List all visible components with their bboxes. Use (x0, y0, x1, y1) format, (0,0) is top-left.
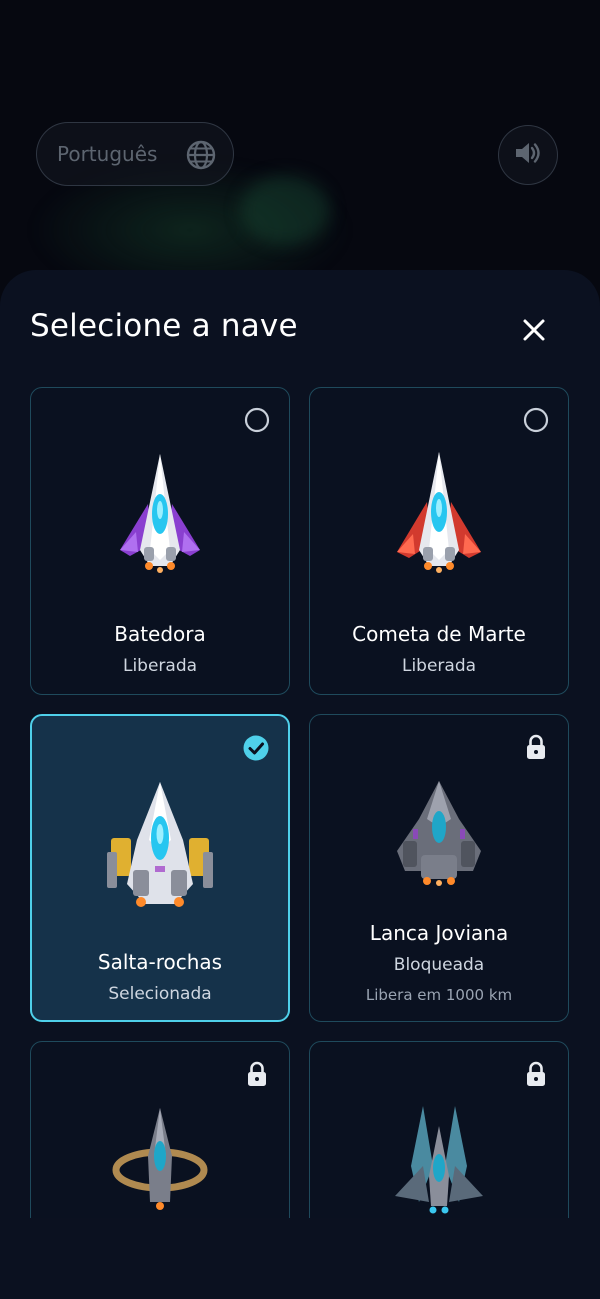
ship-name: Batedora (114, 622, 206, 646)
globe-icon (185, 139, 217, 171)
spaceship-icon (110, 1106, 210, 1218)
ship-name: Lanca Joviana (369, 921, 509, 945)
spaceship-icon (379, 452, 499, 586)
radio-unselected-icon[interactable] (522, 406, 550, 434)
spaceship-icon (100, 452, 220, 586)
ship-card-salta-rochas[interactable]: Salta-rochas Selecionada (30, 714, 290, 1022)
ship-status: Bloqueada (393, 955, 485, 975)
ship-name: Salta-rochas (97, 950, 223, 974)
ship-card-cometa-de-marte[interactable]: Cometa de Marte Liberada (309, 387, 569, 695)
ship-status: Liberada (401, 656, 477, 676)
ship-select-sheet: Selecione a nave Batedora Liberada Comet… (0, 270, 600, 1299)
spaceship-icon (389, 1106, 489, 1218)
ship-card-batedora[interactable]: Batedora Liberada (30, 387, 290, 695)
ship-status: Liberada (122, 656, 198, 676)
spaceship-icon (105, 780, 215, 918)
bottom-safe-area (0, 1218, 600, 1299)
check-circle-icon[interactable] (242, 734, 270, 762)
close-icon (523, 319, 545, 341)
spaceship-icon (389, 779, 489, 895)
lock-icon (522, 1060, 550, 1088)
lock-icon (243, 1060, 271, 1088)
sheet-title: Selecione a nave (30, 308, 298, 344)
lock-icon (522, 733, 550, 761)
unlock-hint: Libera em 1000 km (365, 986, 513, 1004)
background-planet (240, 175, 330, 245)
ship-card-lanca-joviana[interactable]: Lanca Joviana Bloqueada Libera em 1000 k… (309, 714, 569, 1022)
ship-card-locked-5[interactable] (30, 1041, 290, 1218)
speaker-icon (513, 138, 543, 172)
sound-toggle-button[interactable] (498, 125, 558, 185)
close-button[interactable] (510, 310, 558, 350)
ship-card-locked-6[interactable] (309, 1041, 569, 1218)
language-selector[interactable]: Português (36, 122, 234, 186)
language-label: Português (57, 142, 158, 166)
radio-unselected-icon[interactable] (243, 406, 271, 434)
ship-grid: Batedora Liberada Cometa de Marte Libera… (0, 370, 600, 1218)
screen: Português Selecione a nave Batedora Libe… (0, 0, 600, 1299)
ship-status: Selecionada (108, 984, 212, 1004)
ship-name: Cometa de Marte (352, 622, 526, 646)
